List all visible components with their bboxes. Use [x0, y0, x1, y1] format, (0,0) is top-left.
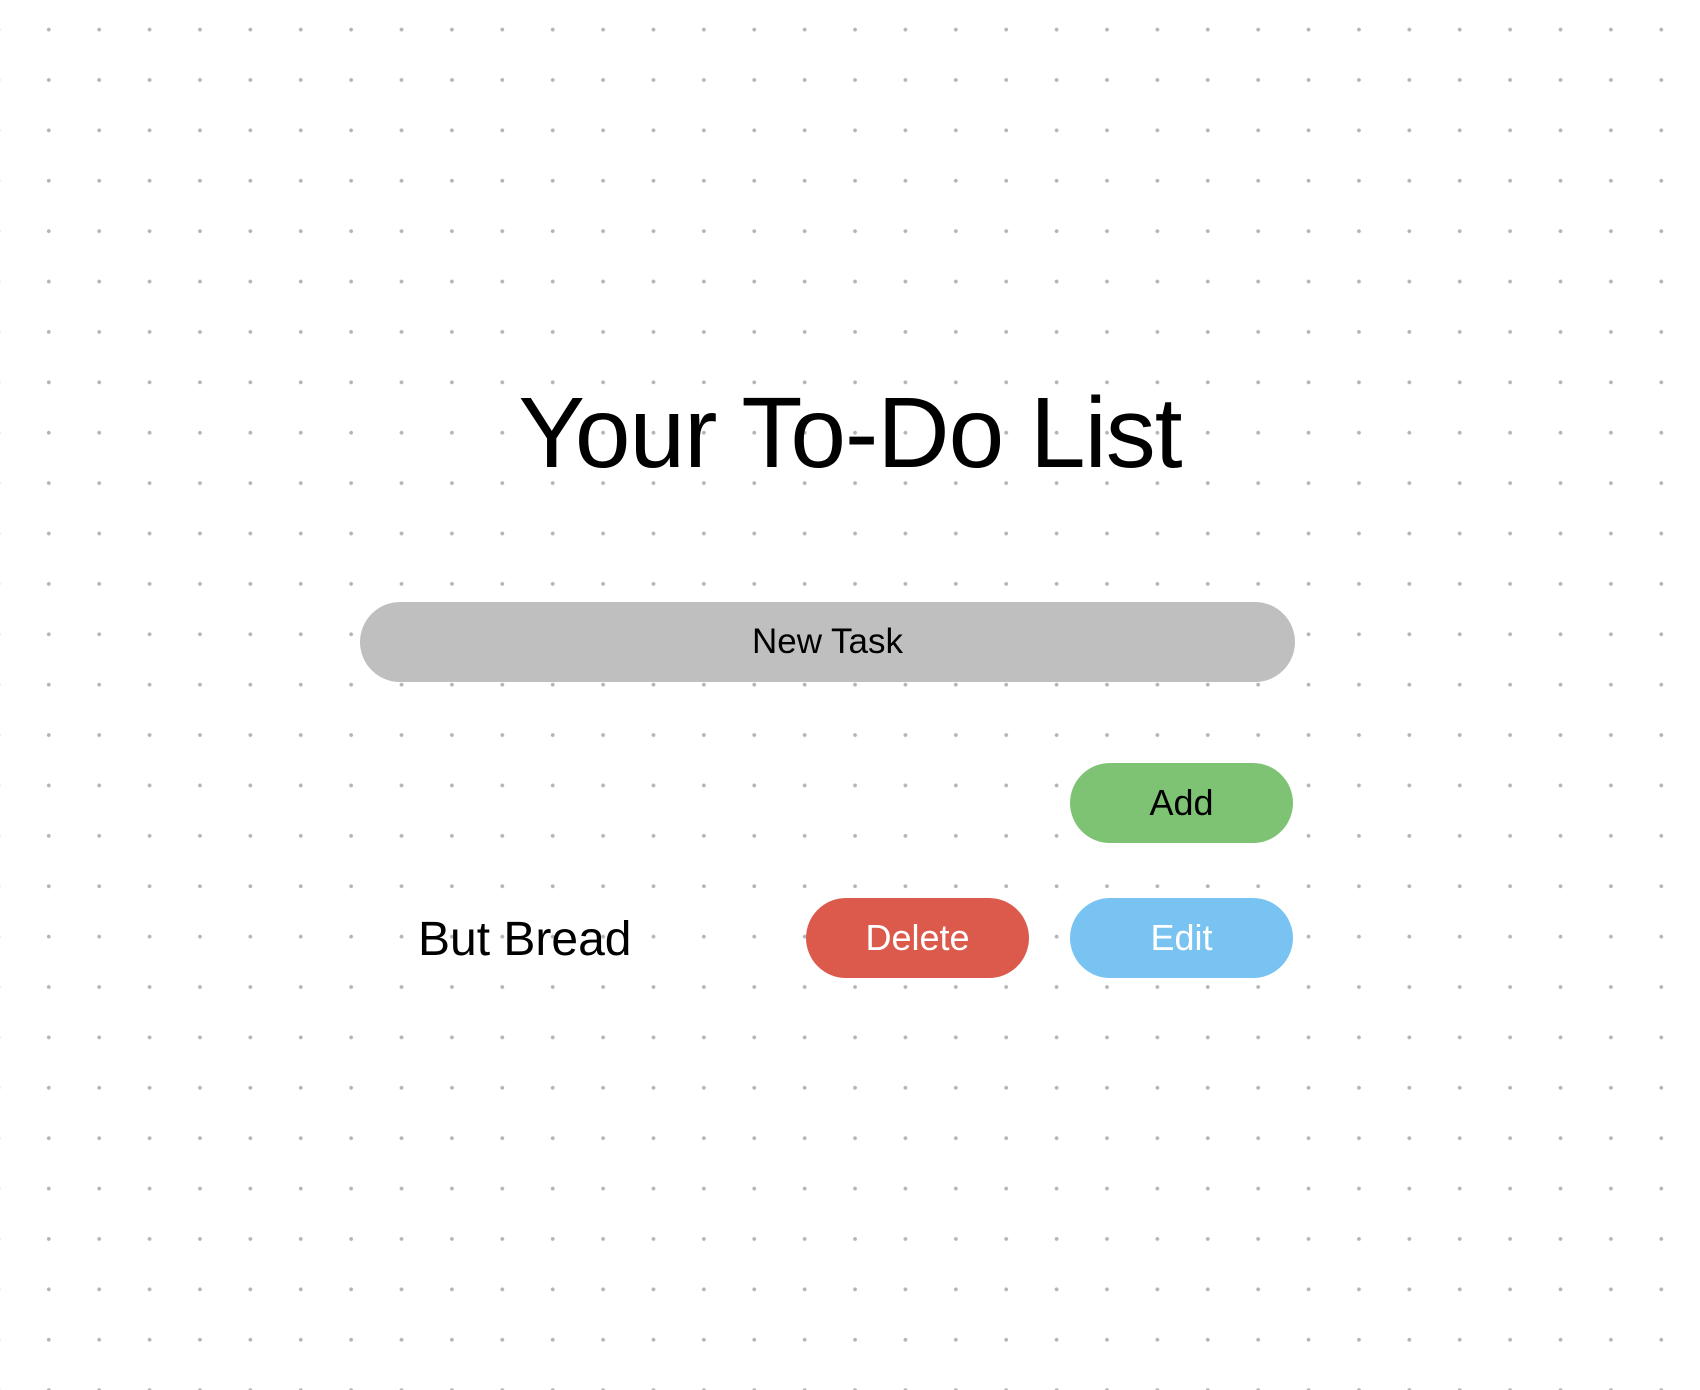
- edit-button[interactable]: Edit: [1070, 898, 1293, 978]
- delete-button[interactable]: Delete: [806, 898, 1029, 978]
- add-button[interactable]: Add: [1070, 763, 1293, 843]
- page-title: Your To-Do List: [518, 377, 1182, 489]
- new-task-input[interactable]: [360, 602, 1295, 682]
- task-label: But Bread: [418, 913, 632, 966]
